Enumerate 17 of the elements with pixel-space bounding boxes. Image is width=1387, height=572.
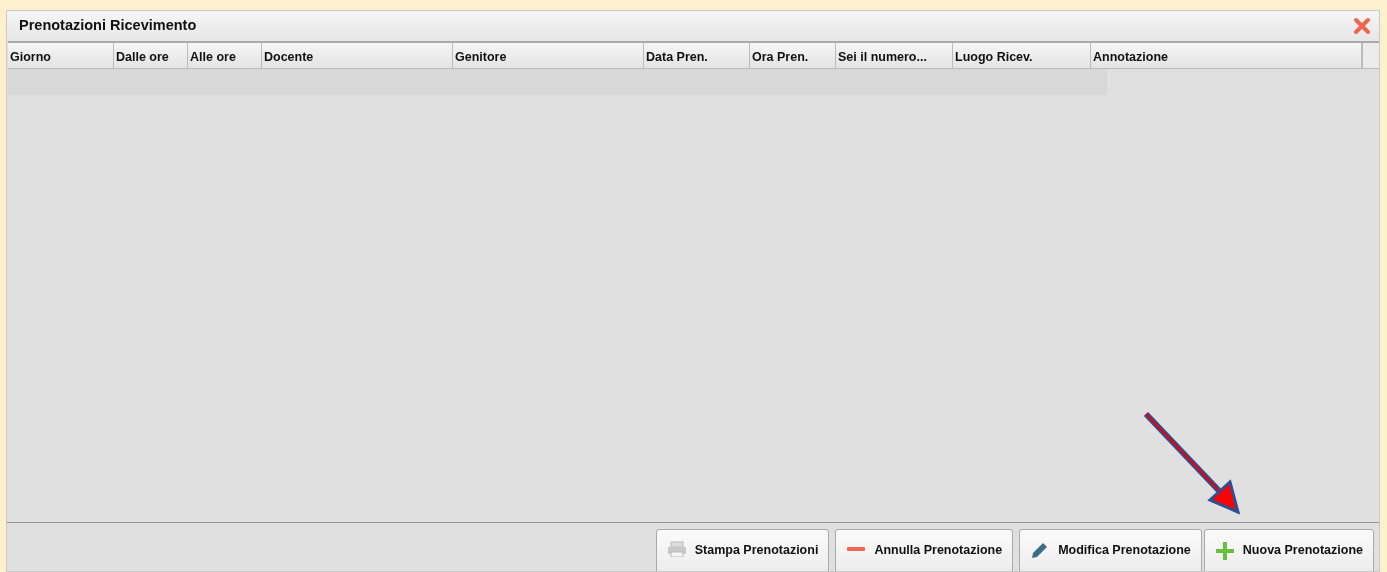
action-button[interactable]: Stampa Prenotazioni (655, 529, 830, 571)
column-header[interactable]: Sei il numero... (836, 43, 953, 68)
action-button[interactable]: Modifica Prenotazione (1019, 529, 1202, 571)
column-header[interactable]: Giorno (8, 43, 114, 68)
window-title: Prenotazioni Ricevimento (19, 16, 197, 36)
column-header[interactable]: Docente (262, 43, 453, 68)
column-header[interactable]: Luogo Ricev. (953, 43, 1091, 68)
plus-icon (1214, 541, 1235, 561)
column-header[interactable]: Genitore (453, 43, 644, 68)
column-header[interactable]: Ora Pren. (750, 43, 836, 68)
close-icon[interactable] (1353, 17, 1371, 35)
action-button[interactable]: Nuova Prenotazione (1203, 529, 1374, 571)
column-header[interactable]: Alle ore (188, 43, 262, 68)
action-button[interactable]: Annulla Prenotazione (835, 529, 1014, 571)
column-header[interactable]: Dalle ore (114, 43, 188, 68)
column-header[interactable]: Data Pren. (644, 43, 750, 68)
printer-icon (666, 541, 687, 557)
